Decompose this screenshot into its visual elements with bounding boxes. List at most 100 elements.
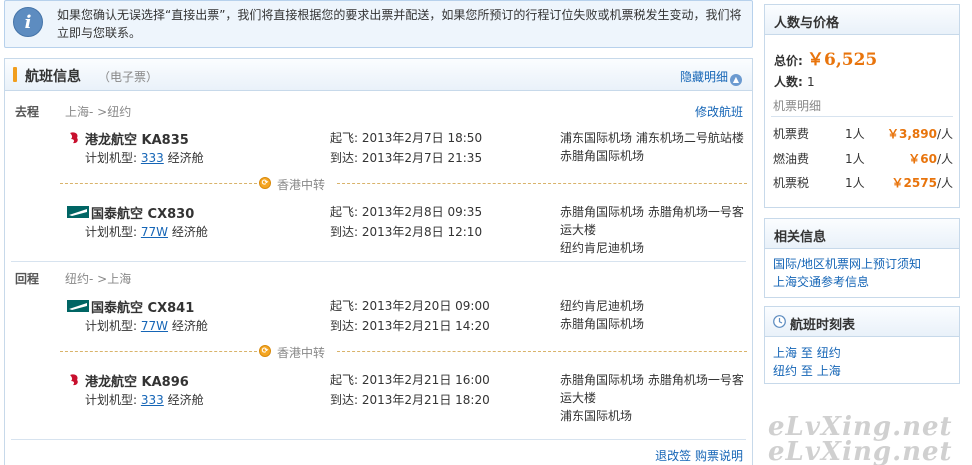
transfer-label: 香港中转 (277, 178, 326, 192)
fee-price: ￥60/人 (908, 150, 953, 167)
transfer-label: 香港中转 (277, 346, 326, 360)
fare-detail-label: 机票明细 (773, 99, 822, 113)
dep-label: 起飞: (330, 373, 359, 387)
arr-time-value: 2013年2月7日 21:35 (361, 151, 483, 165)
footer-divider (11, 439, 746, 440)
departure-time: 起飞: 2013年2月20日 09:00 (330, 297, 490, 314)
arrival-airport: 浦东国际机场 (560, 409, 633, 423)
fee-price: ￥3,890/人 (887, 125, 953, 142)
flight-title: 港龙航空 KA896 (85, 371, 189, 390)
plane-type-link[interactable]: 77W (141, 225, 168, 239)
flight-panel-header: 航班信息 （电子票） 隐藏明细 ▲ (5, 59, 752, 91)
transfer-divider-right (337, 351, 747, 352)
cabin-class: 经济舱 (171, 319, 208, 333)
plane-type-link[interactable]: 77W (141, 319, 168, 333)
fee-unit: /人 (936, 127, 953, 141)
shanghai-traffic-link[interactable]: 上海交通参考信息 (773, 273, 869, 290)
departure-airport: 纽约肯尼迪机场 (560, 299, 645, 313)
dep-label: 起飞: (330, 205, 359, 219)
plane-prefix: 计划机型: (85, 225, 138, 239)
transfer-icon: ⟳ (259, 177, 271, 189)
clock-icon (773, 315, 786, 328)
fee-count: 1人 (845, 127, 865, 141)
cabin-class: 经济舱 (167, 393, 204, 407)
schedule-to: 上海 (816, 364, 841, 378)
flight-code: CX841 (147, 301, 195, 316)
flight-panel-subtitle: （电子票） (98, 70, 159, 84)
total-label: 总价: (774, 54, 803, 68)
dep-time-value: 2013年2月7日 18:50 (361, 131, 483, 145)
plane-prefix: 计划机型: (85, 151, 138, 165)
arrival-airport: 赤腊角国际机场 (560, 149, 645, 163)
fee-name: 燃油费 (773, 152, 810, 166)
booking-notice-link[interactable]: 国际/地区机票网上预订须知 (773, 255, 921, 272)
schedule-link-nyc-sha[interactable]: 纽约 至 上海 (773, 362, 841, 379)
flight-title: 港龙航空 KA835 (85, 129, 189, 148)
refund-change-link[interactable]: 退改签 购票说明 (655, 447, 743, 464)
total-price: 总价: ￥6,525 (774, 45, 877, 70)
price-box: 人数与价格 总价: ￥6,525 人数: 1 机票明细 机票费 1人 ￥3,890/… (764, 4, 960, 208)
fee-unit: /人 (936, 176, 953, 190)
dragonair-logo-icon (70, 374, 78, 386)
fare-detail-divider (771, 116, 953, 117)
flight-plane-info: 计划机型: 333 经济舱 (85, 149, 204, 166)
airline-name: 港龙航空 (85, 375, 138, 390)
flight-code: CX830 (147, 207, 195, 222)
arr-time-value: 2013年2月21日 18:20 (361, 393, 490, 407)
inbound-route: 纽约- >上海 (65, 272, 132, 286)
flight-code: KA896 (141, 375, 189, 390)
dep-time-value: 2013年2月20日 09:00 (361, 299, 490, 313)
flight-panel-title: 航班信息 (25, 69, 81, 85)
arr-label: 到达: (330, 151, 359, 165)
schedule-title-text: 航班时刻表 (790, 318, 856, 333)
schedule-to-word: 至 (800, 346, 813, 360)
plane-prefix: 计划机型: (85, 319, 138, 333)
dragonair-logo-icon (70, 132, 78, 144)
flight-plane-info: 计划机型: 77W 经济舱 (85, 223, 208, 240)
dep-time-value: 2013年2月8日 09:35 (361, 205, 483, 219)
plane-type-link[interactable]: 333 (141, 151, 164, 165)
schedule-from: 纽约 (773, 364, 798, 378)
hide-details-link[interactable]: 隐藏明细 ▲ (680, 68, 742, 86)
fee-count: 1人 (845, 176, 865, 190)
related-info-title: 相关信息 (765, 219, 959, 249)
collapse-up-icon: ▲ (730, 74, 742, 86)
arrival-airport: 赤腊角国际机场 (560, 317, 645, 331)
dep-label: 起飞: (330, 131, 359, 145)
airline-name: 国泰航空 (91, 301, 144, 316)
plane-type-link[interactable]: 333 (141, 393, 164, 407)
schedule-to: 纽约 (816, 346, 841, 360)
departure-time: 起飞: 2013年2月21日 16:00 (330, 371, 490, 388)
schedule-from: 上海 (773, 346, 798, 360)
flight-code: KA835 (141, 133, 189, 148)
arr-time-value: 2013年2月21日 14:20 (361, 319, 490, 333)
cabin-class: 经济舱 (171, 225, 208, 239)
arr-time-value: 2013年2月8日 12:10 (361, 225, 483, 239)
flight-panel: 航班信息 （电子票） 隐藏明细 ▲ 去程 上海- >纽约 修改航班 港龙航空 KA… (4, 58, 753, 465)
airline-name: 国泰航空 (91, 207, 144, 222)
people-label: 人数: (774, 75, 803, 89)
segment-divider (11, 261, 746, 262)
notice-box: i 如果您确认无误选择“直接出票”，我们将直接根据您的要求出票并配送，如果您所预… (4, 0, 753, 48)
people-count: 人数: 1 (774, 73, 815, 90)
fee-price-value: ￥2575 (891, 176, 937, 190)
cathay-logo-icon (67, 206, 89, 218)
arrival-time: 到达: 2013年2月7日 21:35 (330, 149, 482, 166)
notice-text: 如果您确认无误选择“直接出票”，我们将直接根据您的要求出票并配送，如果您所预订的… (57, 8, 742, 40)
outbound-label: 去程 (15, 105, 40, 119)
schedule-to-word: 至 (800, 364, 813, 378)
inbound-label: 回程 (15, 272, 40, 286)
schedule-link-sha-nyc[interactable]: 上海 至 纽约 (773, 344, 841, 361)
transfer-icon: ⟳ (259, 345, 271, 357)
modify-flight-link[interactable]: 修改航班 (695, 103, 743, 120)
arrival-time: 到达: 2013年2月21日 14:20 (330, 317, 490, 334)
flight-title: 国泰航空 CX841 (91, 297, 194, 316)
hide-details-label: 隐藏明细 (679, 70, 728, 84)
schedule-box: 航班时刻表 上海 至 纽约 纽约 至 上海 (764, 306, 960, 384)
arrival-time: 到达: 2013年2月8日 12:10 (330, 223, 482, 240)
fee-price-value: ￥3,890 (886, 127, 937, 141)
fee-unit: /人 (936, 152, 953, 166)
arrival-airport: 纽约肯尼迪机场 (560, 241, 645, 255)
fee-price: ￥2575/人 (892, 174, 953, 191)
cabin-class: 经济舱 (167, 151, 204, 165)
